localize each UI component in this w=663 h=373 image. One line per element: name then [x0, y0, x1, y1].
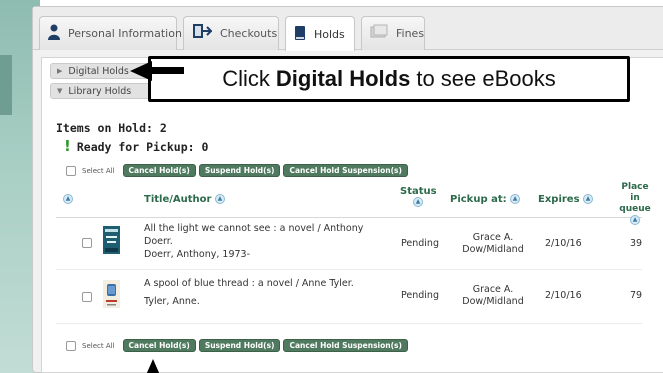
- library-holds-label: Library Holds: [68, 85, 132, 97]
- table-row: All the light we cannot see : a novel / …: [56, 218, 642, 270]
- row-place: 79: [629, 290, 643, 301]
- tab-bar: Personal Information Checkouts Holds Fin…: [33, 7, 663, 51]
- row-title-link[interactable]: A spool of blue thread : a novel / Anne …: [144, 278, 394, 289]
- exclamation-icon: !: [64, 137, 71, 155]
- book-icon: [294, 25, 306, 44]
- row-expires: 2/10/16: [545, 290, 582, 301]
- tab-checkouts[interactable]: Checkouts: [183, 16, 279, 50]
- column-label: Status: [400, 186, 437, 197]
- column-pickup[interactable]: Pickup at: ▲: [450, 194, 521, 205]
- row-title-link[interactable]: All the light we cannot see : a novel / …: [144, 222, 394, 248]
- callout-arrow-line: [150, 67, 184, 74]
- tab-holds[interactable]: Holds: [285, 16, 355, 51]
- sort-icon: ▲: [510, 194, 521, 204]
- holds-table: ▲ Title/Author ▲ Status ▲ Pickup at: ▲ Ex…: [56, 182, 651, 324]
- tab-fines[interactable]: Fines: [361, 16, 425, 50]
- column-label: Place in queue: [619, 182, 651, 214]
- checkout-icon: [192, 23, 214, 44]
- callout-suffix: to see eBooks: [416, 66, 556, 91]
- select-all-label: Select All: [82, 166, 115, 175]
- row-place: 39: [629, 238, 643, 249]
- action-bar-bottom: Select All Cancel Hold(s) Suspend Hold(s…: [66, 339, 408, 352]
- callout-bold: Digital Holds: [275, 66, 411, 91]
- arrow-left-icon: [130, 61, 152, 81]
- person-icon: [48, 24, 60, 43]
- ready-label: Ready for Pickup: 0: [76, 140, 209, 154]
- sort-all-icon[interactable]: ▲: [63, 194, 73, 205]
- tab-label: Checkouts: [220, 27, 278, 40]
- column-label: Expires: [538, 194, 580, 205]
- book-cover-image: [103, 280, 120, 308]
- select-all-label: Select All: [82, 341, 115, 350]
- callout-prefix: Click: [222, 66, 270, 91]
- row-checkbox[interactable]: [82, 238, 92, 248]
- tab-label: Holds: [314, 27, 345, 41]
- chevron-right-icon: ▶: [57, 67, 63, 75]
- row-pickup: Grace A. Dow/Midland: [462, 232, 524, 255]
- row-status: Pending: [401, 290, 439, 301]
- row-checkbox[interactable]: [82, 292, 92, 302]
- tab-label: Fines: [396, 27, 425, 40]
- table-row: A spool of blue thread : a novel / Anne …: [56, 270, 642, 324]
- cancel-holds-button[interactable]: Cancel Hold(s): [122, 164, 196, 177]
- book-cover-image: [103, 226, 120, 254]
- cancel-holds-button[interactable]: Cancel Hold(s): [122, 339, 196, 352]
- ready-for-pickup: ! Ready for Pickup: 0: [64, 137, 208, 155]
- sort-icon: ▲: [583, 194, 594, 204]
- items-on-hold: Items on Hold: 2: [56, 121, 167, 135]
- select-all-checkbox[interactable]: [66, 340, 76, 351]
- cancel-suspension-button[interactable]: Cancel Hold Suspension(s): [283, 164, 408, 177]
- sort-icon: ▲: [413, 197, 423, 207]
- select-all-checkbox[interactable]: [66, 165, 76, 176]
- chevron-down-icon: ▼: [57, 87, 63, 95]
- column-title-author[interactable]: Title/Author ▲: [144, 194, 225, 205]
- suspend-holds-button[interactable]: Suspend Hold(s): [198, 164, 281, 177]
- cancel-suspension-button[interactable]: Cancel Hold Suspension(s): [283, 339, 408, 352]
- action-bar-top: Select All Cancel Hold(s) Suspend Hold(s…: [66, 164, 408, 177]
- background-edge: [0, 55, 12, 115]
- column-label: Title/Author: [144, 194, 212, 205]
- suspend-holds-button[interactable]: Suspend Hold(s): [198, 339, 281, 352]
- row-pickup: Grace A. Dow/Midland: [462, 284, 524, 307]
- instruction-callout: Click Digital Holds to see eBooks: [148, 56, 630, 102]
- row-author: Doerr, Anthony, 1973-: [144, 249, 251, 260]
- fines-icon: [370, 24, 388, 43]
- arrow-up-icon: [146, 359, 160, 373]
- tab-personal-information[interactable]: Personal Information: [39, 16, 182, 50]
- column-status[interactable]: Status ▲: [400, 186, 437, 208]
- tab-label: Personal Information: [68, 27, 182, 40]
- row-author: Tyler, Anne.: [144, 296, 200, 307]
- column-expires[interactable]: Expires ▲: [538, 194, 594, 205]
- table-header: ▲ Title/Author ▲ Status ▲ Pickup at: ▲ Ex…: [56, 182, 651, 225]
- sort-icon: ▲: [214, 194, 225, 204]
- row-expires: 2/10/16: [545, 238, 582, 249]
- row-status: Pending: [401, 238, 439, 249]
- digital-holds-label: Digital Holds: [68, 65, 129, 77]
- column-label: Pickup at:: [450, 194, 507, 205]
